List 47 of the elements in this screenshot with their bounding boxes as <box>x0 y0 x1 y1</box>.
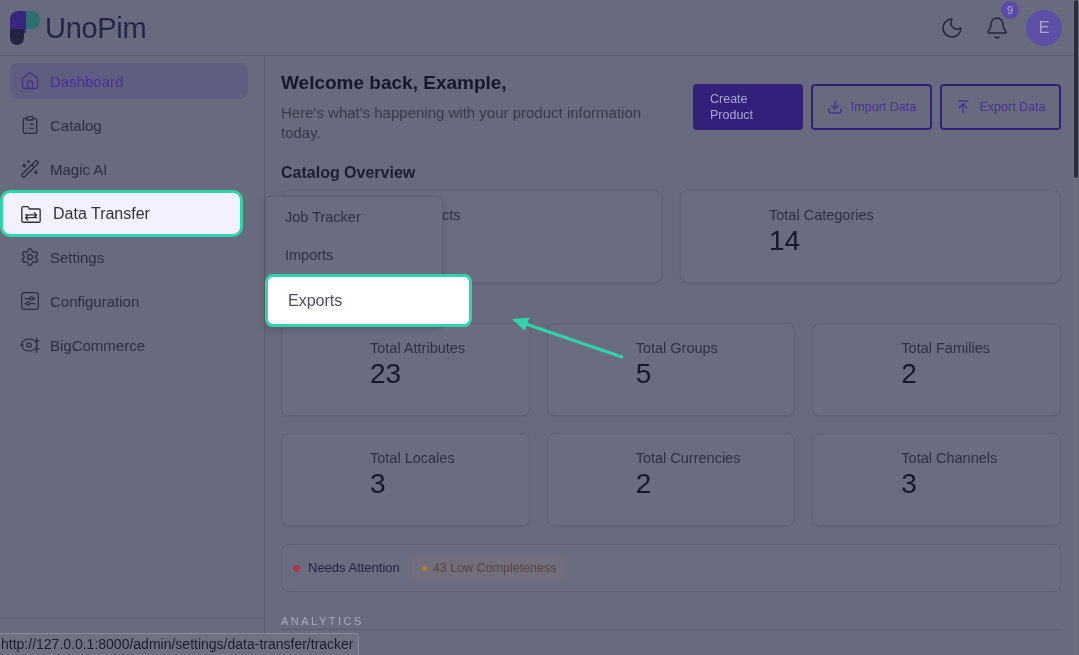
sidebar-item[interactable]: Configuration <box>10 283 248 319</box>
user-avatar[interactable]: E <box>1026 9 1062 46</box>
submenu-item[interactable]: Job Tracker <box>266 198 442 236</box>
logo-text: UnoPim <box>45 10 147 45</box>
stat-value: 2 <box>635 467 652 501</box>
stat-label: Total Locales <box>370 449 455 467</box>
analytics-heading: ANALYTICS <box>281 614 1061 630</box>
stat-value: 3 <box>370 467 386 501</box>
stat-label: Total Groups <box>635 339 718 357</box>
clipboard-icon <box>20 115 40 135</box>
house-icon <box>20 71 40 91</box>
stat-label: cts <box>442 206 461 224</box>
magic-wand-icon <box>20 159 40 179</box>
bell-icon[interactable] <box>985 15 1009 40</box>
moon-icon[interactable] <box>940 15 964 40</box>
stat-value: 2 <box>901 357 917 391</box>
notification-badge: 9 <box>1001 0 1019 19</box>
stat-label: Total Currencies <box>635 449 741 467</box>
stat-value: 3 <box>901 467 917 501</box>
action-button[interactable]: Import Data <box>811 84 932 130</box>
attention-label: Needs Attention <box>308 560 400 576</box>
status-url: http://127.0.0.1:8000/admin/settings/data-transfer/tracker <box>0 633 359 655</box>
stat-value: 14 <box>769 224 801 258</box>
sidebar-item[interactable]: BigCommerce <box>10 327 248 363</box>
sidebar-item[interactable]: Settings <box>10 239 248 275</box>
stat-label: Total Families <box>901 339 990 357</box>
stat-value: 23 <box>370 357 402 391</box>
sidebar-item[interactable]: Catalog <box>10 107 248 143</box>
stat-value: 5 <box>635 357 652 391</box>
section-title: Catalog Overview <box>281 163 417 183</box>
stat-label: Total Categories <box>769 206 874 224</box>
logo-icon <box>10 10 40 45</box>
stat-label: Total Attributes <box>370 339 466 357</box>
sidebar-item[interactable]: Magic AI <box>10 151 248 187</box>
sidebar-item[interactable]: Data Transfer <box>0 190 243 237</box>
submenu-item[interactable]: Exports <box>265 274 472 327</box>
submenu-item[interactable]: Imports <box>266 236 442 274</box>
page-title: Welcome back, Example, <box>281 71 508 95</box>
stat-label: Total Channels <box>901 449 998 467</box>
scrollbar-thumb[interactable] <box>1074 0 1078 178</box>
settings-icon <box>20 247 40 267</box>
action-button[interactable]: Export Data <box>940 84 1061 130</box>
plug-icon <box>20 335 40 355</box>
attention-label: 43 Low Completeness <box>432 560 557 576</box>
create-button[interactable]: Create Product <box>693 84 803 130</box>
sliders-icon <box>20 291 40 311</box>
download-icon <box>826 99 843 115</box>
